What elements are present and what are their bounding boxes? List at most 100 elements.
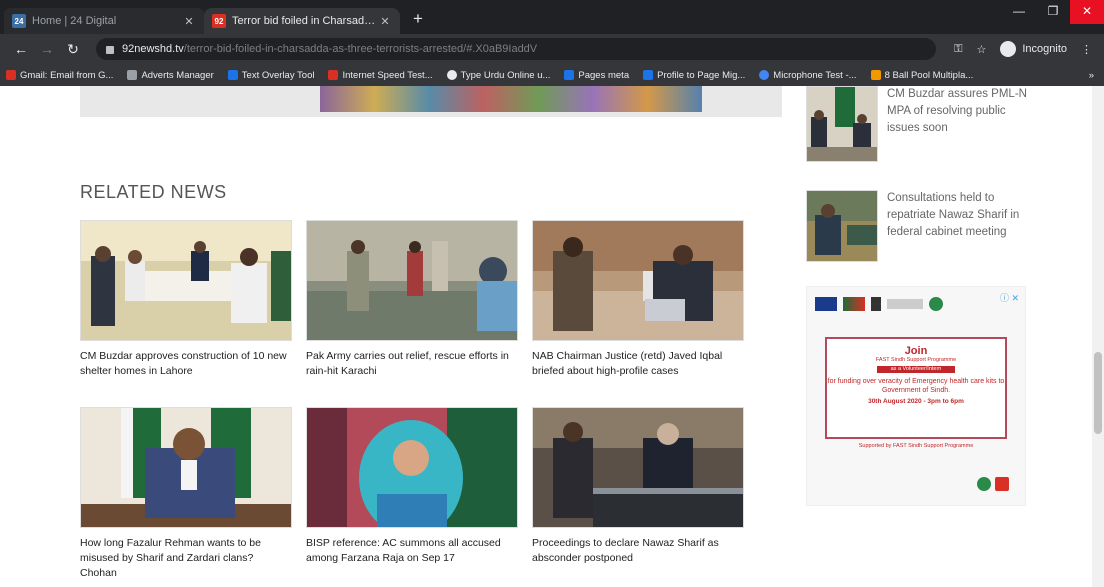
sidebar-news-title[interactable]: CM Buzdar assures PML-N MPA of resolving… bbox=[887, 86, 1037, 137]
tab-close-icon[interactable]: ✕ bbox=[182, 15, 196, 28]
bookmark-microphone-test[interactable]: Microphone Test -... bbox=[759, 69, 857, 81]
incognito-label: Incognito bbox=[1022, 43, 1067, 55]
woman-portrait-photo[interactable] bbox=[306, 407, 518, 528]
bookmark-type-urdu[interactable]: Type Urdu Online u... bbox=[446, 69, 551, 81]
news-caption[interactable]: CM Buzdar approves construction of 10 ne… bbox=[80, 349, 292, 379]
logo-icon bbox=[843, 297, 865, 311]
bookmark-label: Microphone Test -... bbox=[773, 69, 857, 81]
window-close-icon[interactable]: ✕ bbox=[1070, 0, 1104, 24]
news-caption[interactable]: How long Fazalur Rehman wants to be misu… bbox=[80, 536, 292, 581]
bookmark-profile-to-page[interactable]: Profile to Page Mig... bbox=[643, 70, 745, 81]
bookmark-label: Pages meta bbox=[578, 69, 630, 81]
bookmark-label: 8 Ball Pool Multipla... bbox=[884, 69, 974, 81]
sidebar-thumbnail[interactable] bbox=[806, 190, 878, 262]
gmail-icon bbox=[6, 70, 16, 80]
bookmark-8-ball-pool[interactable]: 8 Ball Pool Multipla... bbox=[870, 69, 974, 81]
tab-strip: 24 Home | 24 Digital ✕ 92 Terror bid foi… bbox=[0, 0, 1104, 34]
window-controls: — ❐ ✕ bbox=[1002, 0, 1104, 26]
bookmark-speed-test[interactable]: Internet Speed Test... bbox=[328, 70, 433, 81]
ad-date: 30th August 2020 - 3pm to 6pm bbox=[868, 398, 964, 405]
url-path: /terror-bid-foiled-in-charsadda-as-three… bbox=[183, 43, 538, 55]
address-bar[interactable]: 92newshd.tv /terror-bid-foiled-in-charsa… bbox=[96, 38, 936, 60]
tab-title: Home | 24 Digital bbox=[32, 15, 117, 27]
news-caption[interactable]: Proceedings to declare Nawaz Sharif as a… bbox=[532, 536, 744, 566]
bookmark-label: Text Overlay Tool bbox=[241, 69, 315, 81]
page-scrollbar[interactable] bbox=[1092, 86, 1104, 587]
related-news-card[interactable]: Pak Army carries out relief, rescue effo… bbox=[306, 220, 518, 379]
speed-test-icon bbox=[328, 70, 339, 80]
restore-icon[interactable]: ❐ bbox=[1036, 0, 1070, 24]
car-photo[interactable] bbox=[532, 407, 744, 528]
address-toolbar: ← → ↻ 92newshd.tv /terror-bid-foiled-in-… bbox=[0, 34, 1104, 64]
reload-icon[interactable]: ↻ bbox=[64, 40, 82, 58]
new-tab-plus-icon[interactable]: + bbox=[408, 10, 428, 30]
scrollbar-thumb[interactable] bbox=[1094, 352, 1102, 434]
ad-footer: Supported by FAST Sindh Support Programm… bbox=[858, 443, 974, 449]
news-caption[interactable]: NAB Chairman Justice (retd) Javed Iqbal … bbox=[532, 349, 744, 379]
bookmark-label: Gmail: Email from G... bbox=[20, 69, 114, 81]
sindh-emblem-icon bbox=[929, 297, 943, 311]
ad-choices-icon[interactable]: ⓘ ✕ bbox=[1000, 291, 1019, 304]
logo-icon bbox=[887, 299, 923, 309]
ad-bottom-logos bbox=[977, 477, 1009, 491]
incognito-indicator[interactable]: Incognito bbox=[1000, 41, 1067, 57]
lock-icon[interactable] bbox=[106, 46, 114, 54]
minimize-icon[interactable]: — bbox=[1002, 0, 1036, 24]
facebook-icon bbox=[643, 70, 654, 80]
ad-program: FAST Sindh Support Programme bbox=[875, 357, 957, 363]
ad-body-text: for funding over veracity of Emergency h… bbox=[827, 378, 1005, 394]
logo-icon bbox=[995, 477, 1009, 491]
bookmark-text-overlay[interactable]: Text Overlay Tool bbox=[227, 69, 315, 81]
bookmark-label: Adverts Manager bbox=[141, 69, 214, 81]
related-news-card[interactable]: BISP reference: AC summons all accused a… bbox=[306, 407, 518, 566]
bookmarks-overflow-button[interactable]: » bbox=[1089, 70, 1094, 81]
top-banner-ad[interactable] bbox=[80, 86, 782, 117]
forward-arrow-icon[interactable]: → bbox=[38, 40, 56, 58]
briefing-photo[interactable] bbox=[532, 220, 744, 341]
bookmark-pages-meta[interactable]: Pages meta bbox=[564, 70, 629, 81]
menu-kebab-icon[interactable]: ⋮ bbox=[1081, 43, 1092, 56]
ad-program-sub: as a Volunteer/Intern bbox=[877, 366, 955, 373]
toolbar-right: ⚿ ☆ Incognito ⋮ bbox=[954, 38, 1092, 60]
tab-title: Terror bid foiled in Charsadda as ... bbox=[232, 15, 378, 27]
related-news-card[interactable]: Proceedings to declare Nawaz Sharif as a… bbox=[532, 407, 744, 566]
related-news-heading: RELATED NEWS bbox=[80, 182, 227, 202]
bookmark-star-icon[interactable]: ☆ bbox=[976, 43, 986, 56]
game-icon bbox=[870, 70, 881, 80]
tab-favicon-icon: 92 bbox=[212, 14, 226, 28]
ad-join-text: Join bbox=[904, 345, 928, 357]
tab-home-24-digital[interactable]: 24 Home | 24 Digital ✕ bbox=[4, 8, 204, 34]
bookmarks-bar: Gmail: Email from G... Adverts Manager T… bbox=[0, 64, 1104, 86]
tab-terror-bid-foiled[interactable]: 92 Terror bid foiled in Charsadda as ...… bbox=[204, 8, 400, 34]
tab-favicon-icon: 24 bbox=[12, 14, 26, 28]
ad-message-box: Join FAST Sindh Support Programme as a V… bbox=[825, 337, 1007, 439]
ad-logos bbox=[815, 293, 975, 315]
incognito-icon bbox=[1000, 41, 1017, 57]
bookmarks-overflow-icon: » bbox=[1088, 69, 1094, 81]
logo-icon bbox=[871, 297, 881, 311]
web-page: RELATED NEWS CM Buzdar approves construc… bbox=[0, 86, 1104, 587]
globe-icon bbox=[759, 70, 770, 80]
bookmark-gmail[interactable]: Gmail: Email from G... bbox=[6, 70, 113, 81]
adverts-icon bbox=[127, 70, 138, 80]
sidebar-thumbnail[interactable] bbox=[806, 86, 878, 162]
facebook-icon bbox=[227, 70, 238, 80]
related-news-card[interactable]: CM Buzdar approves construction of 10 ne… bbox=[80, 220, 292, 379]
banner-image bbox=[320, 86, 702, 112]
related-news-card[interactable]: NAB Chairman Justice (retd) Javed Iqbal … bbox=[532, 220, 744, 379]
related-news-card[interactable]: How long Fazalur Rehman wants to be misu… bbox=[80, 407, 292, 581]
sidebar-advertisement[interactable]: ⓘ ✕ Join FAST Sindh Support Programme as… bbox=[806, 286, 1026, 506]
tab-close-icon[interactable]: ✕ bbox=[378, 15, 392, 28]
back-arrow-icon[interactable]: ← bbox=[12, 40, 30, 58]
key-icon[interactable]: ⚿ bbox=[954, 43, 962, 56]
bookmark-label: Type Urdu Online u... bbox=[460, 69, 551, 81]
flood-relief-photo[interactable] bbox=[306, 220, 518, 341]
sidebar-news-title[interactable]: Consultations held to repatriate Nawaz S… bbox=[887, 190, 1037, 241]
bookmark-adverts-manager[interactable]: Adverts Manager bbox=[127, 69, 214, 81]
official-portrait-photo[interactable] bbox=[80, 407, 292, 528]
news-caption[interactable]: Pak Army carries out relief, rescue effo… bbox=[306, 349, 518, 379]
news-caption[interactable]: BISP reference: AC summons all accused a… bbox=[306, 536, 518, 566]
bookmark-label: Profile to Page Mig... bbox=[657, 69, 746, 81]
meeting-photo[interactable] bbox=[80, 220, 292, 341]
url-host: 92newshd.tv bbox=[122, 43, 184, 55]
